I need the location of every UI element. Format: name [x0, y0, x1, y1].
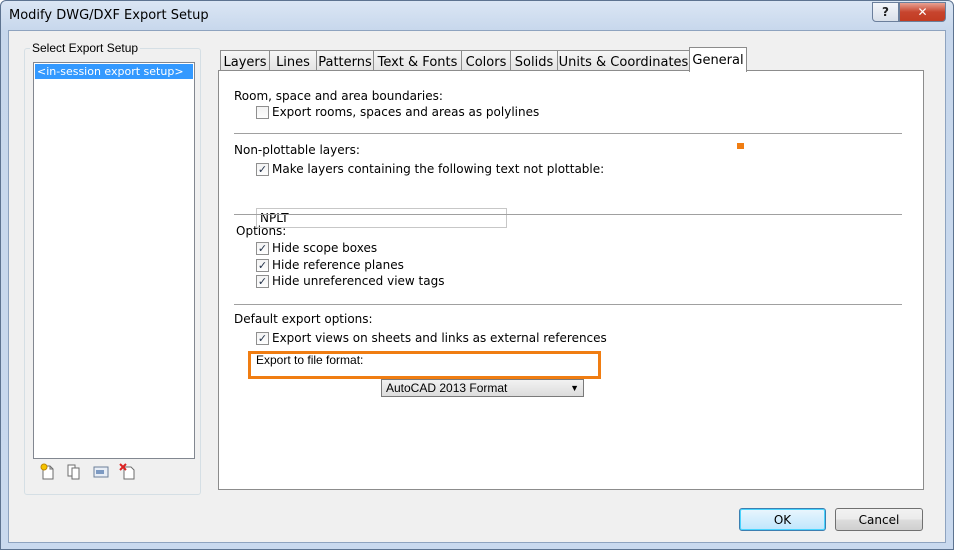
rename-setup-icon[interactable] — [92, 463, 110, 481]
ok-button[interactable]: OK — [739, 508, 826, 531]
tab-general[interactable]: General — [689, 47, 747, 72]
window-title: Modify DWG/DXF Export Setup — [9, 8, 209, 23]
hide-scope-boxes-checkbox[interactable]: ✓ — [256, 242, 269, 255]
duplicate-setup-icon[interactable] — [65, 463, 83, 481]
new-setup-icon[interactable] — [39, 463, 57, 481]
general-tab-panel: Room, space and area boundaries: Export … — [218, 70, 924, 490]
nonplot-checkbox[interactable]: ✓ — [256, 163, 269, 176]
tab-lines[interactable]: Lines — [269, 50, 317, 71]
tab-text-fonts[interactable]: Text & Fonts — [373, 50, 462, 71]
dialog-client-area: Select Export Setup <in-session export s… — [8, 30, 946, 543]
file-format-value: AutoCAD 2013 Format — [386, 381, 508, 395]
room-section-heading: Room, space and area boundaries: — [234, 89, 443, 103]
delete-setup-icon[interactable] — [119, 463, 137, 481]
export-rooms-checkbox[interactable] — [256, 106, 269, 119]
hide-reference-planes-label: Hide reference planes — [272, 258, 404, 272]
nonplot-text-field[interactable]: NPLT — [256, 208, 507, 228]
hide-scope-boxes-label: Hide scope boxes — [272, 241, 378, 255]
separator — [234, 214, 902, 215]
default-section-heading: Default export options: — [234, 312, 373, 326]
nonplot-label: Make layers containing the following tex… — [272, 162, 605, 176]
file-format-label: Export to file format: — [256, 353, 364, 367]
tab-units-coordinates[interactable]: Units & Coordinates — [557, 50, 690, 71]
cancel-button[interactable]: Cancel — [835, 508, 923, 531]
close-button[interactable]: ✕ — [899, 2, 946, 22]
tab-patterns[interactable]: Patterns — [316, 50, 374, 71]
tab-solids[interactable]: Solids — [510, 50, 558, 71]
help-button[interactable]: ? — [872, 2, 899, 22]
orange-marker — [737, 143, 744, 149]
export-rooms-label: Export rooms, spaces and areas as polyli… — [272, 105, 540, 119]
hide-unreferenced-view-tags-label: Hide unreferenced view tags — [272, 274, 445, 288]
chevron-down-icon: ▼ — [570, 383, 579, 393]
file-format-dropdown[interactable]: AutoCAD 2013 Format ▼ — [381, 379, 584, 397]
export-setup-dialog: Modify DWG/DXF Export Setup ? ✕ Select E… — [0, 0, 954, 550]
export-xref-checkbox[interactable]: ✓ — [256, 332, 269, 345]
export-setup-list[interactable]: <in-session export setup> — [33, 62, 195, 459]
tab-colors[interactable]: Colors — [461, 50, 511, 71]
list-item[interactable]: <in-session export setup> — [35, 64, 193, 79]
title-bar[interactable]: Modify DWG/DXF Export Setup ? ✕ — [1, 1, 953, 31]
separator — [234, 133, 902, 134]
hide-reference-planes-checkbox[interactable]: ✓ — [256, 259, 269, 272]
nonplot-section-heading: Non-plottable layers: — [234, 143, 360, 157]
tab-layers[interactable]: Layers — [220, 50, 270, 71]
export-xref-label: Export views on sheets and links as exte… — [272, 331, 607, 345]
options-section-heading: Options: — [236, 224, 287, 238]
hide-unreferenced-view-tags-checkbox[interactable]: ✓ — [256, 275, 269, 288]
separator — [234, 304, 902, 305]
select-export-setup-label: Select Export Setup — [30, 41, 141, 55]
